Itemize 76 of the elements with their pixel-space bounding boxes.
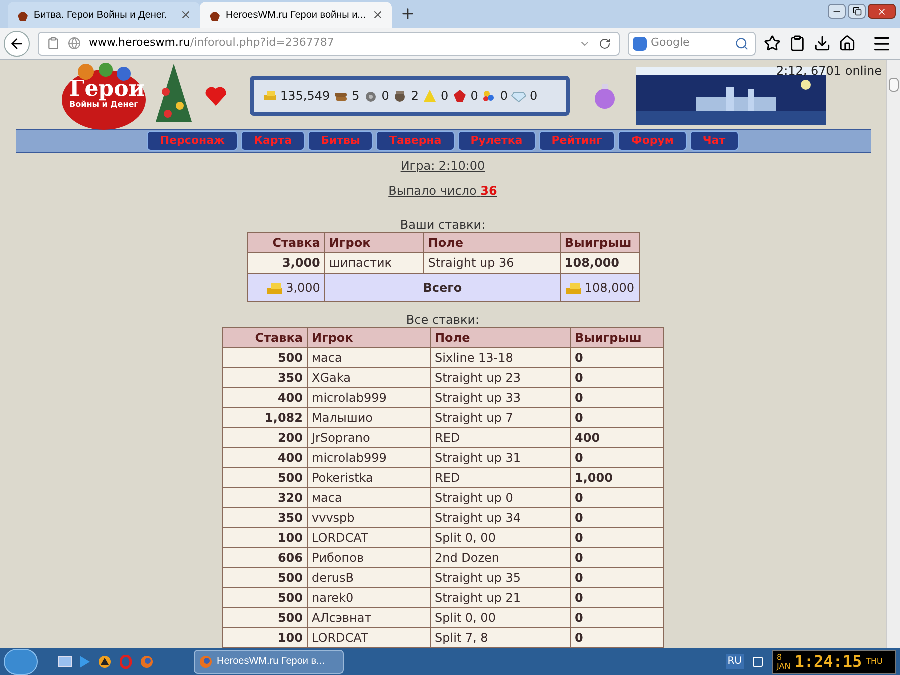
logo-title: Герои [70, 78, 146, 100]
nav-button[interactable]: Персонаж [147, 131, 238, 151]
resource-count: 135,549 [280, 88, 330, 104]
download-icon[interactable] [814, 35, 831, 52]
browser-tab[interactable]: Битва. Герои Войны и Денег. [8, 2, 200, 28]
clock-weekday: THU [866, 656, 883, 668]
network-icon[interactable] [752, 656, 764, 668]
tab-title: HeroesWM.ru Герои войны и... [226, 8, 368, 22]
resource-count: 0 [441, 88, 449, 104]
close-icon[interactable] [180, 9, 192, 21]
window-title: HeroesWM.ru Герои в... [217, 655, 325, 669]
language-indicator[interactable]: RU [726, 654, 744, 669]
back-button[interactable] [4, 30, 30, 56]
nav-button[interactable]: Карта [240, 131, 306, 151]
search-icon[interactable] [735, 36, 749, 50]
logo-subtitle: Войны и Денег [70, 100, 138, 110]
scrollbar[interactable] [886, 60, 900, 648]
ingot-icon [564, 280, 583, 294]
column-header: Игрок [308, 328, 430, 348]
nav-button[interactable]: Форум [618, 131, 687, 151]
search-field[interactable]: Google [628, 32, 756, 56]
nav-button[interactable]: Таверна [376, 131, 455, 151]
browser-tab[interactable]: HeroesWM.ru Герои войны и... [200, 2, 392, 28]
bookmark-icon[interactable] [764, 35, 781, 52]
pyramid-icon [422, 88, 438, 104]
restore-button[interactable] [848, 4, 866, 19]
reload-icon[interactable] [599, 38, 611, 50]
close-icon[interactable] [372, 9, 384, 21]
table-cell-text: 3,000 [286, 280, 320, 296]
result-link[interactable]: Выпало число 36 [388, 182, 498, 200]
resource-count: 0 [470, 88, 478, 104]
total-label: Всего [324, 274, 560, 302]
crystal-icon [452, 88, 468, 104]
minimize-button[interactable] [828, 4, 846, 19]
column-header: Выигрыш [570, 328, 664, 348]
resource-count: 5 [352, 88, 360, 104]
url-field[interactable]: www.heroeswm.ru/inforoul.php?id=2367787 [38, 32, 620, 56]
clock-day: 8 [777, 652, 791, 662]
column-header: Игрок [324, 232, 424, 252]
column-header: Поле [430, 328, 570, 348]
resource-count: 2 [411, 88, 420, 104]
url-text: www.heroeswm.ru/inforoul.php?id=2367787 [89, 35, 336, 52]
tab-title: Битва. Герои Войны и Денег. [34, 8, 168, 22]
game-link[interactable]: Игра: 2:10:00 [400, 157, 486, 175]
clipboard-icon [47, 37, 60, 50]
search-input[interactable]: Google [651, 35, 731, 52]
clock-time: 1:24:15 [794, 654, 862, 670]
column-header: Ставка [222, 328, 308, 348]
taskbar-window-button[interactable]: HeroesWM.ru Герои в... [194, 650, 344, 674]
online-count: 2:12, 6701 online [776, 63, 882, 80]
reading-list-icon[interactable] [789, 35, 806, 52]
nav-button[interactable]: Чат [690, 131, 739, 151]
clock-month: JAN [777, 662, 791, 670]
search-engine-icon[interactable] [633, 36, 647, 50]
close-icon [877, 6, 887, 16]
nav-button[interactable]: Рейтинг [538, 131, 616, 151]
table-title: Ваши ставки: [400, 218, 486, 232]
new-tab-icon[interactable] [400, 6, 416, 22]
resource-count: 0 [500, 88, 508, 104]
nav-button[interactable]: Битвы [308, 131, 374, 151]
ingot-icon [266, 280, 284, 294]
globe-icon [68, 37, 81, 50]
resource-count: 0 [530, 88, 538, 104]
warning-icon[interactable] [98, 654, 112, 668]
table-cell-text: 108,000 [584, 280, 634, 296]
start-button[interactable] [4, 648, 38, 674]
resource-count: 0 [382, 88, 390, 104]
heart-icon[interactable] [204, 84, 228, 106]
column-header: Выигрыш [560, 232, 639, 252]
table-title: Все ставки: [406, 313, 480, 327]
close-button[interactable] [868, 4, 896, 19]
home-icon[interactable] [839, 35, 856, 52]
column-header: Поле [424, 232, 560, 252]
restore-icon [852, 7, 862, 16]
column-header: Ставка [247, 232, 325, 252]
nav-button[interactable]: Рулетка [458, 131, 536, 151]
